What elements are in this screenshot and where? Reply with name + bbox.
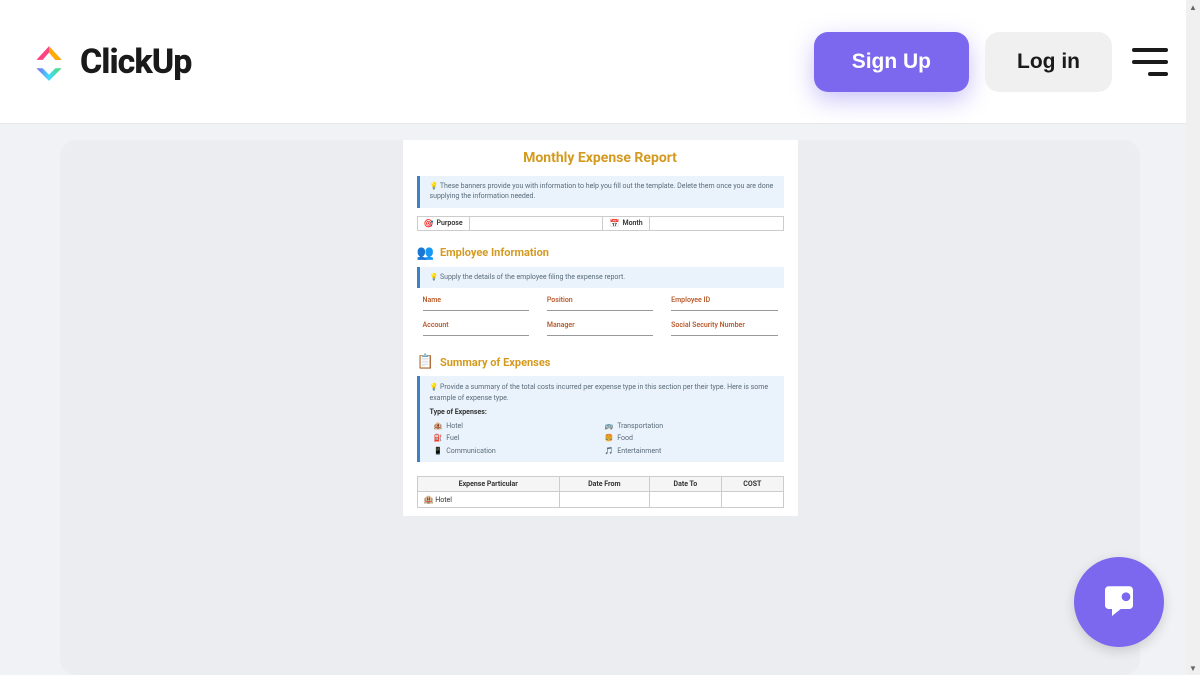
type-fuel: ⛽Fuel bbox=[434, 433, 603, 444]
chat-icon bbox=[1098, 581, 1140, 623]
employee-section-title: Employee Information bbox=[440, 246, 549, 259]
employee-fields: Name Position Employee ID Account Manage… bbox=[417, 296, 784, 336]
chat-button[interactable] bbox=[1074, 557, 1164, 647]
brand-name: ClickUp bbox=[80, 42, 191, 82]
field-employee-id[interactable]: Employee ID bbox=[671, 296, 777, 311]
type-food: 🍔Food bbox=[605, 433, 774, 444]
type-communication: 📱Communication bbox=[434, 446, 603, 457]
field-manager[interactable]: Manager bbox=[547, 321, 653, 336]
logo[interactable]: ClickUp bbox=[28, 41, 191, 83]
header-actions: Sign Up Log in bbox=[814, 32, 1172, 92]
col-date-from: Date From bbox=[560, 477, 650, 492]
month-label: 📅 Month bbox=[603, 217, 649, 230]
field-account[interactable]: Account bbox=[423, 321, 529, 336]
people-icon: 👥 bbox=[417, 245, 434, 261]
scrollbar[interactable]: ▲ ▼ bbox=[1186, 0, 1200, 675]
col-particular: Expense Particular bbox=[417, 477, 560, 492]
preview-card: Monthly Expense Report These banners pro… bbox=[60, 140, 1140, 675]
purpose-label: 🎯 Purpose bbox=[418, 217, 470, 230]
field-ssn[interactable]: Social Security Number bbox=[671, 321, 777, 336]
type-transportation: 🚌Transportation bbox=[605, 421, 774, 432]
col-cost: COST bbox=[722, 477, 783, 492]
field-name[interactable]: Name bbox=[423, 296, 529, 311]
summary-section-header: 📋 Summary of Expenses bbox=[417, 354, 784, 370]
scroll-down-icon[interactable]: ▼ bbox=[1186, 661, 1200, 675]
info-banner-2: Supply the details of the employee filin… bbox=[417, 267, 784, 289]
clickup-logo-icon bbox=[28, 41, 70, 83]
clipboard-icon: 📋 bbox=[417, 354, 434, 370]
expense-table: Expense Particular Date From Date To COS… bbox=[417, 476, 784, 508]
menu-icon[interactable] bbox=[1128, 44, 1172, 80]
info-banner-3: Provide a summary of the total costs inc… bbox=[417, 376, 784, 462]
doc-title: Monthly Expense Report bbox=[417, 150, 784, 166]
col-date-to: Date To bbox=[649, 477, 721, 492]
site-header: ClickUp Sign Up Log in bbox=[0, 0, 1200, 124]
signup-button[interactable]: Sign Up bbox=[814, 32, 969, 92]
type-hotel: 🏨Hotel bbox=[434, 421, 603, 432]
table-row[interactable]: 🏨 Hotel bbox=[417, 492, 783, 508]
login-button[interactable]: Log in bbox=[985, 32, 1112, 92]
scroll-up-icon[interactable]: ▲ bbox=[1186, 0, 1200, 14]
purpose-value[interactable] bbox=[470, 217, 604, 230]
purpose-month-row: 🎯 Purpose 📅 Month bbox=[417, 216, 784, 231]
type-entertainment: 🎵Entertainment bbox=[605, 446, 774, 457]
info-banner-1: These banners provide you with informati… bbox=[417, 176, 784, 208]
field-position[interactable]: Position bbox=[547, 296, 653, 311]
main-content: Monthly Expense Report These banners pro… bbox=[0, 124, 1200, 675]
document-preview: Monthly Expense Report These banners pro… bbox=[403, 140, 798, 516]
employee-section-header: 👥 Employee Information bbox=[417, 245, 784, 261]
month-value[interactable] bbox=[650, 217, 783, 230]
summary-section-title: Summary of Expenses bbox=[440, 356, 550, 369]
